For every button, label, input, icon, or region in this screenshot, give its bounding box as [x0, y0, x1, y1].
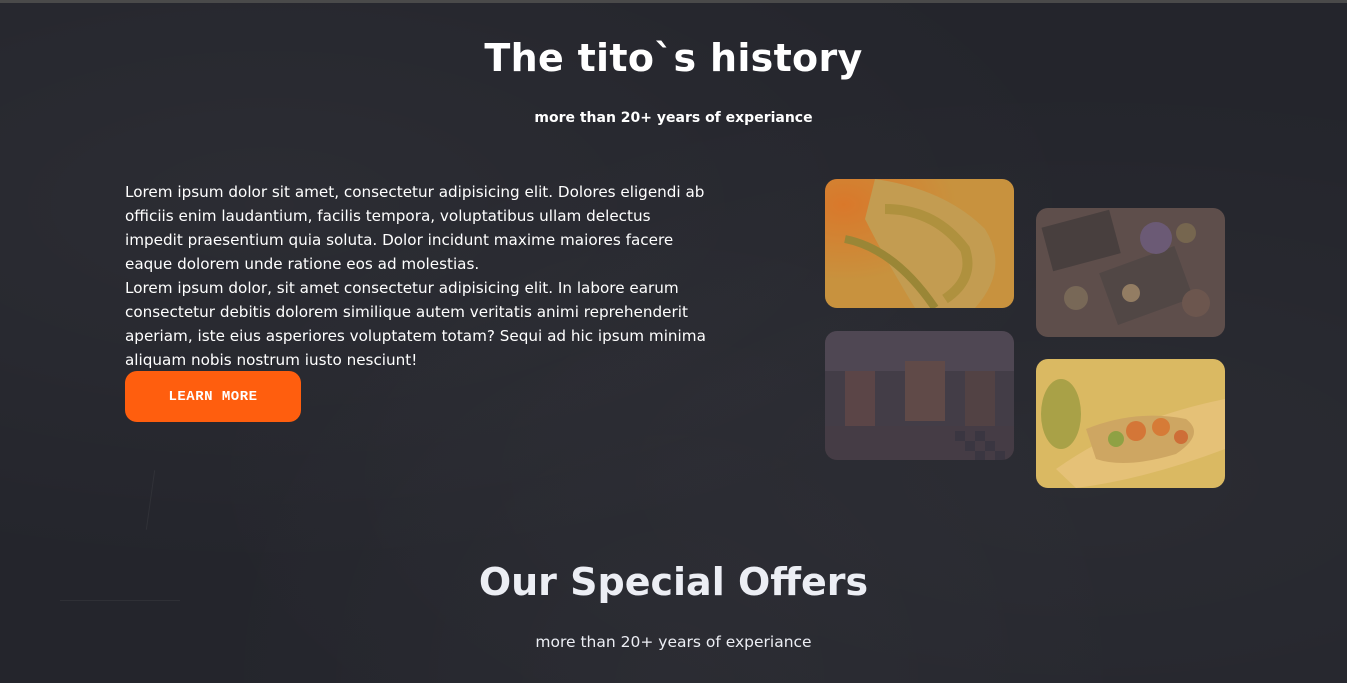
- learn-more-button[interactable]: LEARN MORE: [125, 371, 301, 422]
- history-subtitle: more than 20+ years of experiance: [534, 110, 813, 126]
- chalk-mark: [145, 470, 156, 530]
- food-photo-grilled: [825, 179, 1014, 308]
- history-title: The tito`s history: [484, 36, 863, 80]
- food-photo-platter: [1036, 208, 1225, 337]
- offers-title: Our Special Offers: [478, 560, 869, 604]
- history-text: Lorem ipsum dolor sit amet, consectetur …: [125, 183, 706, 369]
- food-photo-toast: [1036, 359, 1225, 488]
- offers-subtitle: more than 20+ years of experiance: [535, 633, 812, 651]
- restaurant-interior-photo: [825, 331, 1014, 460]
- top-border: [0, 0, 1347, 3]
